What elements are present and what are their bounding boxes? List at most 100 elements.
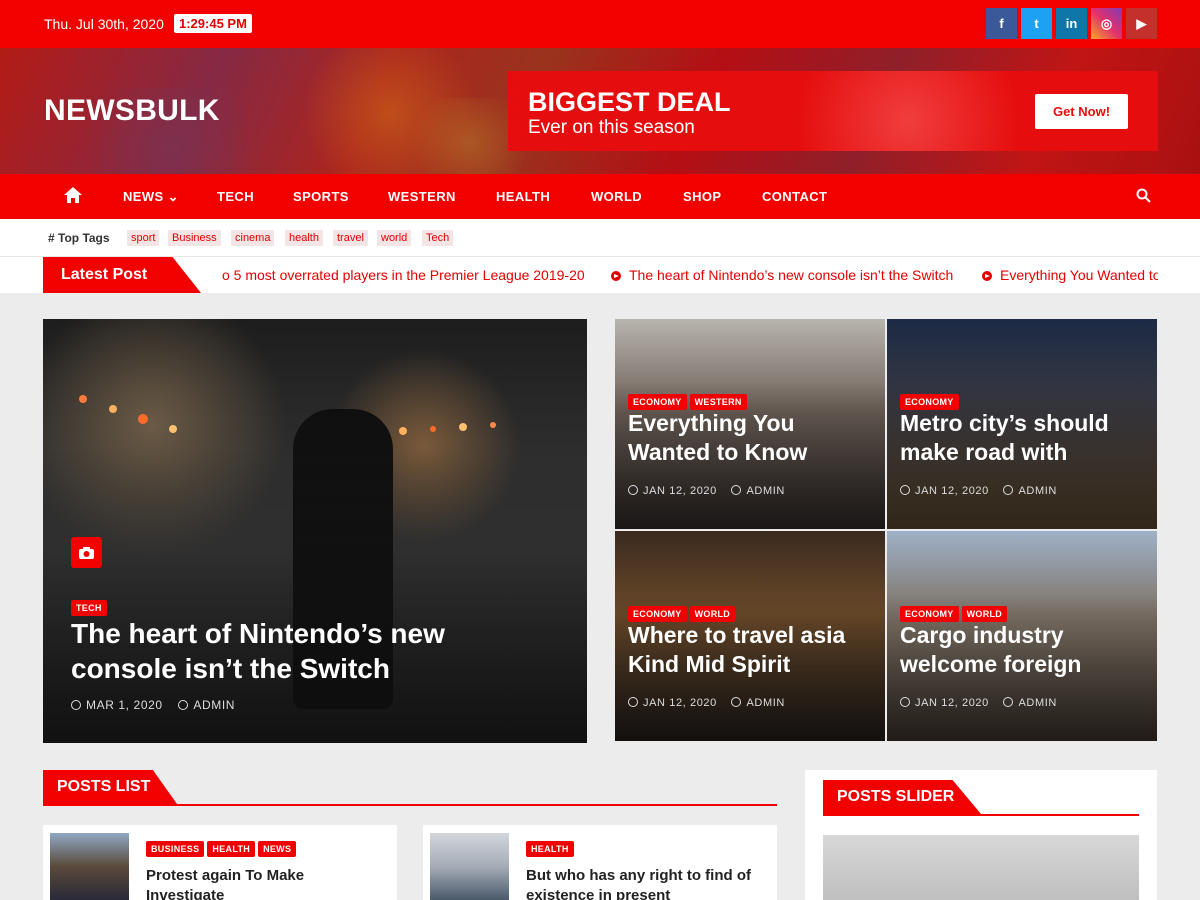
side-post-title[interactable]: Cargo industry welcome foreign [900,621,1145,679]
post-categories: ECONOMY WORLD [628,604,738,622]
tag-cinema[interactable]: cinema [231,230,275,246]
side-post[interactable]: ECONOMY WESTERN Everything You Wanted to … [615,319,885,529]
post-thumbnail[interactable] [430,833,509,900]
slider-image[interactable] [823,835,1139,900]
category-badge[interactable]: HEALTH [526,841,574,857]
arrow-circle-icon [611,271,621,281]
category-badge[interactable]: WESTERN [689,394,747,410]
current-time: 1:29:45 PM [174,14,252,33]
post-date: JAN 12, 2020 [915,697,989,709]
nav-item-sports[interactable]: SPORTS [293,189,349,204]
search-icon[interactable] [1136,188,1151,208]
post-categories: HEALTH [526,839,577,857]
category-badge[interactable]: WORLD [689,606,736,622]
nav-item-western[interactable]: WESTERN [388,189,456,204]
category-badge[interactable]: ECONOMY [900,394,959,410]
instagram-icon[interactable]: ◎ [1091,8,1122,39]
post-meta: JAN 12, 2020 ADMIN [900,697,1057,709]
clock-icon [628,697,638,707]
post-categories: ECONOMY [900,392,962,410]
post-meta: JAN 12, 2020 ADMIN [628,697,785,709]
tag-business[interactable]: Business [168,230,221,246]
post-author[interactable]: ADMIN [1018,697,1056,709]
ticker-item[interactable]: o 5 most overrated players in the Premie… [222,267,585,283]
tag-health[interactable]: health [285,230,323,246]
side-post[interactable]: ECONOMY WORLD Cargo industry welcome fore… [887,531,1157,741]
youtube-icon[interactable]: ▶ [1126,8,1157,39]
category-badge[interactable]: WORLD [961,606,1008,622]
post-date: JAN 12, 2020 [915,485,989,497]
side-post[interactable]: ECONOMY Metro city’s should make road wi… [887,319,1157,529]
main-navigation: NEWS ⌄ TECH SPORTS WESTERN HEALTH WORLD … [0,174,1200,219]
nav-item-world[interactable]: WORLD [591,189,642,204]
category-badge[interactable]: BUSINESS [146,841,205,857]
post-meta: MAR 1, 2020 ADMIN [71,698,235,712]
clock-icon [900,697,910,707]
post-date: JAN 12, 2020 [643,697,717,709]
ticker-item[interactable]: The heart of Nintendo’s new console isn’… [611,267,953,283]
side-post[interactable]: ECONOMY WORLD Where to travel asia Kind M… [615,531,885,741]
camera-icon [71,537,102,568]
category-badge[interactable]: ECONOMY [900,606,959,622]
category-badge[interactable]: ECONOMY [628,606,687,622]
latest-post-label: Latest Post [43,257,201,293]
category-badge[interactable]: HEALTH [207,841,256,857]
posts-list-heading: POSTS LIST [43,770,177,804]
user-icon [731,485,742,495]
ad-subtitle: Ever on this season [528,117,695,138]
post-categories: BUSINESS HEALTH NEWS [146,839,299,857]
side-post-title[interactable]: Where to travel asia Kind Mid Spirit [628,621,873,679]
featured-post[interactable]: TECH The heart of Nintendo’s new console… [43,319,587,743]
category-badge[interactable]: NEWS [258,841,297,857]
post-meta: JAN 12, 2020 ADMIN [900,485,1057,497]
nav-item-contact[interactable]: CONTACT [762,189,827,204]
tag-tech[interactable]: Tech [422,230,454,246]
featured-post-title[interactable]: The heart of Nintendo’s new console isn’… [71,616,531,686]
category-badge[interactable]: TECH [71,600,107,616]
social-links: f t in ◎ ▶ [986,8,1157,39]
get-now-button[interactable]: Get Now! [1035,94,1128,129]
post-card[interactable]: HEALTH But who has any right to find of … [423,825,777,900]
post-author[interactable]: ADMIN [193,698,235,712]
site-logo[interactable]: NEWSBULK [44,94,220,128]
ad-title: BIGGEST DEAL [528,87,731,117]
user-icon [178,700,189,710]
post-card[interactable]: BUSINESS HEALTH NEWS Protest again To Make… [43,825,397,900]
post-categories: TECH [71,598,110,616]
ticker-track: o 5 most overrated players in the Premie… [222,257,1158,293]
facebook-icon[interactable]: f [986,8,1017,39]
post-title[interactable]: But who has any right to find of existen… [526,866,766,900]
nav-item-news[interactable]: NEWS ⌄ [123,189,179,205]
nav-item-shop[interactable]: SHOP [683,189,721,204]
post-thumbnail[interactable] [50,833,129,900]
tag-world[interactable]: world [377,230,412,246]
linkedin-icon[interactable]: in [1056,8,1087,39]
user-icon [1003,697,1014,707]
nav-item-health[interactable]: HEALTH [496,189,550,204]
arrow-circle-icon [982,271,992,281]
user-icon [1003,485,1014,495]
post-meta: JAN 12, 2020 ADMIN [628,485,785,497]
ticker-item-text: Everything You Wanted to Know [1000,267,1158,283]
tag-sport[interactable]: sport [127,230,160,246]
tag-travel[interactable]: travel [333,230,368,246]
top-bar: Thu. Jul 30th, 2020 1:29:45 PM f t in ◎ … [0,0,1200,48]
category-badge[interactable]: ECONOMY [628,394,687,410]
side-post-title[interactable]: Metro city’s should make road with [900,409,1145,467]
twitter-icon[interactable]: t [1021,8,1052,39]
nav-item-tech[interactable]: TECH [217,189,254,204]
chevron-down-icon: ⌄ [167,189,179,204]
post-date: MAR 1, 2020 [86,698,163,712]
post-author[interactable]: ADMIN [1018,485,1056,497]
post-author[interactable]: ADMIN [746,697,784,709]
post-title[interactable]: Protest again To Make Investigate [146,866,386,900]
clock-icon [900,485,910,495]
top-tags-bar: # Top Tags sport Business cinema health … [0,219,1200,257]
post-date: JAN 12, 2020 [643,485,717,497]
current-date: Thu. Jul 30th, 2020 [44,16,164,32]
side-post-title[interactable]: Everything You Wanted to Know [628,409,873,467]
ad-banner[interactable]: BIGGEST DEAL Ever on this season Get Now… [508,71,1158,151]
post-author[interactable]: ADMIN [746,485,784,497]
home-icon[interactable] [63,186,83,209]
ticker-item[interactable]: Everything You Wanted to Know [982,267,1158,283]
